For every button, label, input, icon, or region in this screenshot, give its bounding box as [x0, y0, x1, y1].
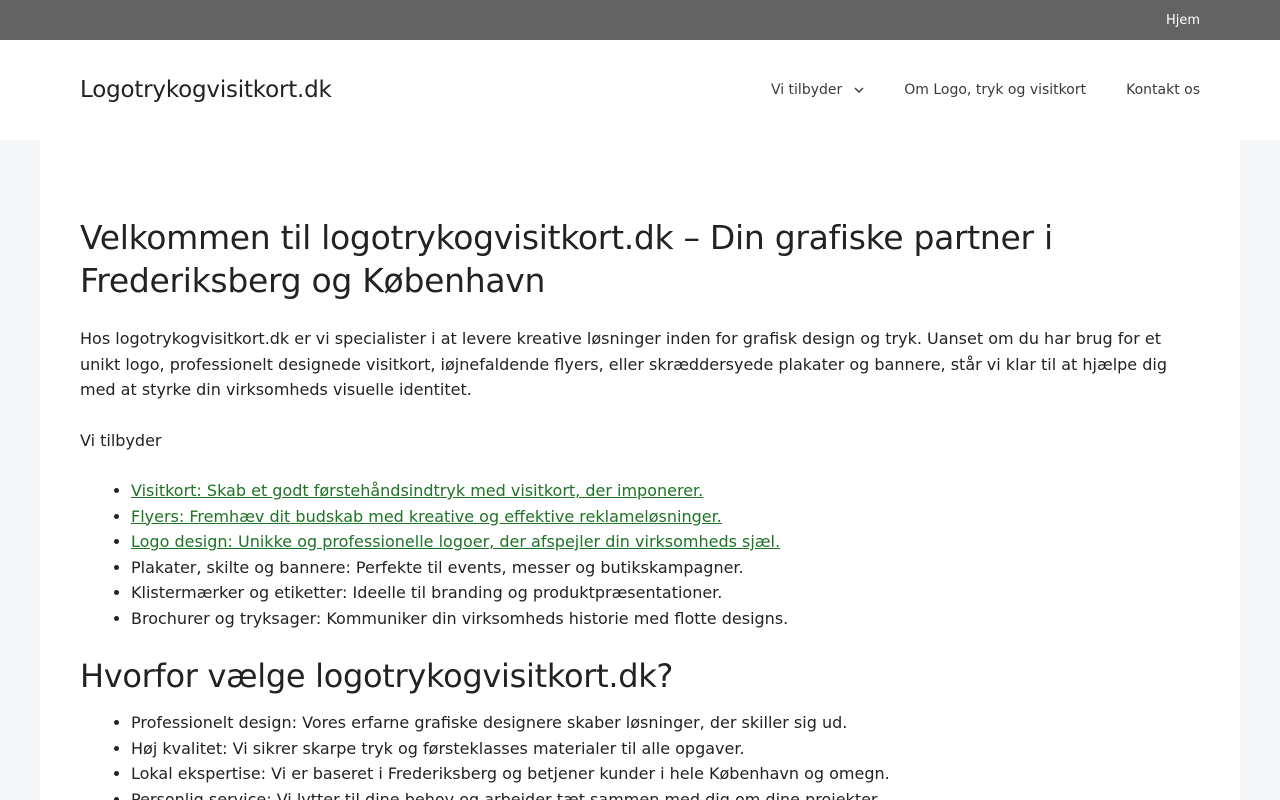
main-nav: Vi tilbyder Om Logo, tryk og visitkort K… — [751, 40, 1220, 140]
why-list: Professionelt design: Vores erfarne graf… — [80, 710, 1200, 800]
list-item: Visitkort: Skab et godt førstehåndsindtr… — [131, 478, 1200, 504]
why-heading: Hvorfor vælge logotrykogvisitkort.dk? — [80, 657, 674, 695]
chevron-down-icon — [854, 85, 864, 95]
site-header: Logotrykogvisitkort.dk Vi tilbyder Om Lo… — [0, 40, 1280, 140]
list-item: Plakater, skilte og bannere: Perfekte ti… — [131, 555, 1200, 581]
top-bar-home-link[interactable]: Hjem — [1166, 13, 1200, 28]
nav-item-om[interactable]: Om Logo, tryk og visitkort — [884, 40, 1106, 140]
nav-item-kontakt[interactable]: Kontakt os — [1106, 40, 1220, 140]
site-title[interactable]: Logotrykogvisitkort.dk — [80, 77, 332, 103]
list-item: Brochurer og tryksager: Kommuniker din v… — [131, 606, 1200, 632]
page-title: Velkommen til logotrykogvisitkort.dk – D… — [80, 218, 1053, 300]
top-bar: Hjem — [0, 0, 1280, 40]
offer-heading: Vi tilbyder — [80, 430, 162, 450]
nav-item-label: Vi tilbyder — [770, 82, 843, 98]
list-item: Professionelt design: Vores erfarne graf… — [131, 710, 1200, 736]
list-item: Logo design: Unikke og professionelle lo… — [131, 529, 1200, 555]
offer-link-visitkort[interactable]: Visitkort: Skab et godt førstehåndsindtr… — [131, 481, 703, 500]
list-item: Høj kvalitet: Vi sikrer skarpe tryk og f… — [131, 736, 1200, 762]
intro-paragraph: Hos logotrykogvisitkort.dk er vi special… — [80, 329, 1167, 399]
list-item: Flyers: Fremhæv dit budskab med kreative… — [131, 504, 1200, 530]
offer-list: Visitkort: Skab et godt førstehåndsindtr… — [80, 478, 1200, 631]
offer-link-logo-design[interactable]: Logo design: Unikke og professionelle lo… — [131, 532, 780, 551]
nav-item-vi-tilbyder[interactable]: Vi tilbyder — [751, 40, 884, 140]
list-item: Klistermærker og etiketter: Ideelle til … — [131, 580, 1200, 606]
content-area: Velkommen til logotrykogvisitkort.dk – D… — [40, 140, 1240, 800]
offer-link-flyers[interactable]: Flyers: Fremhæv dit budskab med kreative… — [131, 507, 722, 526]
list-item: Lokal ekspertise: Vi er baseret i Freder… — [131, 761, 1200, 787]
list-item: Personlig service: Vi lytter til dine be… — [131, 787, 1200, 800]
